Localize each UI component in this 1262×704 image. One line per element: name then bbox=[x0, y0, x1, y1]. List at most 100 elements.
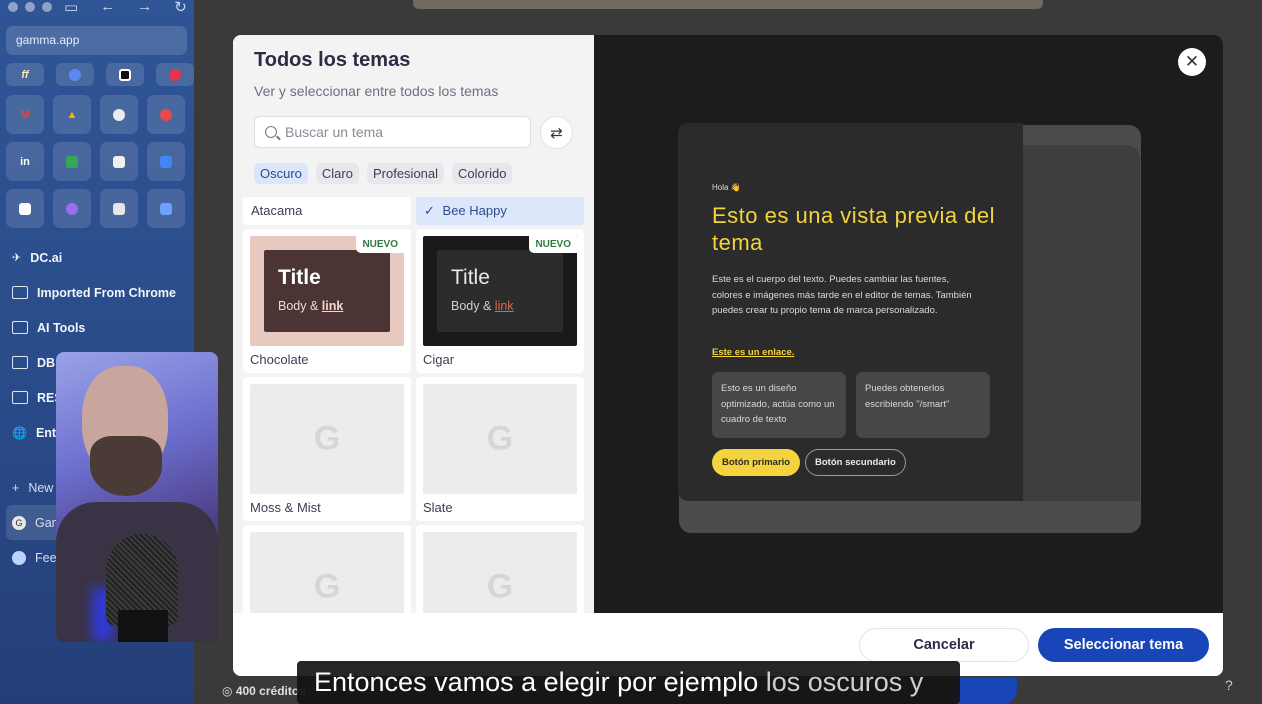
gamma-logo-icon: G bbox=[486, 419, 514, 458]
theme-thumbnail-placeholder: G bbox=[423, 532, 577, 613]
app-tab-10[interactable] bbox=[53, 189, 91, 228]
theme-card-bee-happy[interactable]: ✓ Bee Happy bbox=[416, 197, 584, 225]
red-app-icon bbox=[169, 68, 181, 81]
window-controls bbox=[8, 0, 52, 13]
webcam-beard bbox=[90, 436, 162, 496]
video-caption: Entonces vamos a elegir por ejemplo los … bbox=[297, 661, 960, 704]
app-tab-12[interactable] bbox=[147, 189, 185, 228]
pinned-tabs-grid: M ▲ in bbox=[6, 95, 185, 228]
app-tab-9[interactable] bbox=[6, 189, 44, 228]
select-theme-button[interactable]: Seleccionar tema bbox=[1038, 628, 1209, 662]
shuffle-button[interactable]: ⇄ bbox=[540, 116, 573, 149]
gmail-tab[interactable]: M bbox=[6, 95, 44, 134]
pinned-tab-ff[interactable]: ff bbox=[6, 63, 44, 86]
forward-arrow-icon[interactable]: → bbox=[137, 0, 152, 16]
app-icon-11 bbox=[113, 202, 125, 215]
theme-list-panel: Todos los temas Ver y seleccionar entre … bbox=[233, 35, 594, 613]
nav-controls: ▭ ← → ↻ bbox=[64, 0, 187, 16]
theme-thumbnail-placeholder: G bbox=[250, 384, 404, 494]
sidebar-item-label: DC.ai bbox=[30, 250, 63, 265]
theme-card-cigar[interactable]: Title Body & link NUEVO Cigar bbox=[416, 229, 584, 373]
url-bar[interactable]: gamma.app bbox=[6, 26, 187, 55]
filter-claro[interactable]: Claro bbox=[315, 163, 359, 184]
folder-icon bbox=[12, 286, 28, 299]
close-window-button[interactable] bbox=[8, 1, 18, 12]
new-badge: NUEVO bbox=[356, 236, 404, 253]
preview-box-1: Esto es un diseño optimizado, actúa como… bbox=[712, 372, 846, 438]
gamma-logo-icon: G bbox=[313, 419, 341, 458]
thumbnail-link: link bbox=[494, 299, 514, 313]
preview-body: Este es el cuerpo del texto. Puedes camb… bbox=[712, 274, 972, 316]
theme-card-loading[interactable]: G bbox=[243, 525, 411, 613]
filter-colorido[interactable]: Colorido bbox=[452, 163, 513, 184]
help-button[interactable]: ? bbox=[1225, 677, 1233, 693]
app-tab-11[interactable] bbox=[100, 189, 138, 228]
docs-icon bbox=[113, 155, 125, 168]
pinned-tabs-row: ff bbox=[6, 63, 194, 86]
folder-icon bbox=[12, 356, 28, 369]
preview-title: Esto es una vista previa del tema bbox=[712, 203, 996, 255]
theme-card-atacama[interactable]: Atacama bbox=[243, 197, 411, 225]
theme-card-slate[interactable]: G Slate bbox=[416, 377, 584, 521]
theme-thumbnail-placeholder: G bbox=[250, 532, 404, 613]
theme-thumbnail: Title Body & link NUEVO bbox=[250, 236, 404, 346]
forms-tab[interactable] bbox=[147, 142, 185, 181]
app-icon-10 bbox=[66, 202, 78, 215]
credits-indicator[interactable]: ◎ 400 créditos bbox=[222, 684, 306, 698]
preview-primary-button: Botón primario bbox=[712, 449, 801, 476]
preview-link: Este es un enlace. bbox=[712, 347, 795, 358]
sidebar-item-imported[interactable]: Imported From Chrome bbox=[12, 275, 192, 310]
search-icon bbox=[265, 126, 277, 138]
globe-icon: 🌐 bbox=[12, 425, 27, 440]
sidebar-item-dcai[interactable]: ✈ DC.ai bbox=[12, 240, 192, 275]
bottom-action-fragment[interactable] bbox=[955, 678, 1017, 704]
thumbnail-slide: Title Body & link bbox=[437, 250, 563, 332]
theme-name: Bee Happy bbox=[442, 203, 507, 218]
gmail-icon: M bbox=[20, 108, 30, 121]
theme-thumbnail-placeholder: G bbox=[423, 384, 577, 494]
dark-app-icon bbox=[119, 68, 131, 81]
sidebar-item-label: Imported From Chrome bbox=[37, 285, 176, 300]
caption-text: Entonces vamos a elegir por ejemplo bbox=[314, 667, 759, 697]
theme-name: Cigar bbox=[423, 352, 455, 367]
sidebar-item-label: New bbox=[28, 480, 54, 495]
sheets-tab[interactable] bbox=[53, 142, 91, 181]
theme-search[interactable] bbox=[254, 116, 531, 148]
minimize-window-button[interactable] bbox=[25, 1, 35, 12]
theme-card-loading[interactable]: G bbox=[416, 525, 584, 613]
pinned-tab-3[interactable] bbox=[106, 63, 144, 86]
reload-icon[interactable]: ↻ bbox=[174, 0, 187, 16]
maximize-window-button[interactable] bbox=[42, 1, 52, 12]
drive-tab[interactable]: ▲ bbox=[53, 95, 91, 134]
feedback-icon bbox=[12, 550, 26, 565]
theme-name: Moss & Mist bbox=[250, 500, 321, 515]
theme-name: Slate bbox=[423, 500, 453, 515]
close-modal-button[interactable]: ✕ bbox=[1178, 48, 1206, 76]
filter-oscuro[interactable]: Oscuro bbox=[254, 163, 308, 184]
docs-tab[interactable] bbox=[100, 142, 138, 181]
linkedin-tab[interactable]: in bbox=[6, 142, 44, 181]
sheets-icon bbox=[66, 155, 78, 168]
back-arrow-icon[interactable]: ← bbox=[100, 0, 115, 16]
pinned-tab-4[interactable] bbox=[156, 63, 194, 86]
red-tab[interactable] bbox=[147, 95, 185, 134]
filter-profesional[interactable]: Profesional bbox=[366, 163, 445, 184]
asterisk-icon bbox=[160, 108, 172, 121]
sidebar-toggle-icon[interactable]: ▭ bbox=[64, 0, 78, 16]
shuffle-icon: ⇄ bbox=[550, 124, 563, 142]
theme-filters: Oscuro Claro Profesional Colorido bbox=[254, 163, 513, 184]
theme-card-chocolate[interactable]: Title Body & link NUEVO Chocolate bbox=[243, 229, 411, 373]
theme-list[interactable]: Atacama ✓ Bee Happy Title Body & link NU… bbox=[243, 197, 585, 613]
microphone-stand bbox=[118, 610, 168, 642]
preview-box-2: Puedes obtenerlos escribiendo "/smart" bbox=[856, 372, 990, 438]
theme-search-input[interactable] bbox=[285, 124, 505, 140]
plus-icon: + bbox=[12, 480, 20, 495]
chatgpt-tab[interactable] bbox=[100, 95, 138, 134]
theme-card-moss-mist[interactable]: G Moss & Mist bbox=[243, 377, 411, 521]
chatgpt-icon bbox=[113, 108, 125, 121]
cancel-button[interactable]: Cancelar bbox=[859, 628, 1029, 662]
close-icon: ✕ bbox=[1184, 52, 1200, 71]
sidebar-item-ai-tools[interactable]: AI Tools bbox=[12, 310, 192, 345]
pinned-tab-2[interactable] bbox=[56, 63, 94, 86]
sidebar-item-label: Ent bbox=[35, 425, 57, 440]
